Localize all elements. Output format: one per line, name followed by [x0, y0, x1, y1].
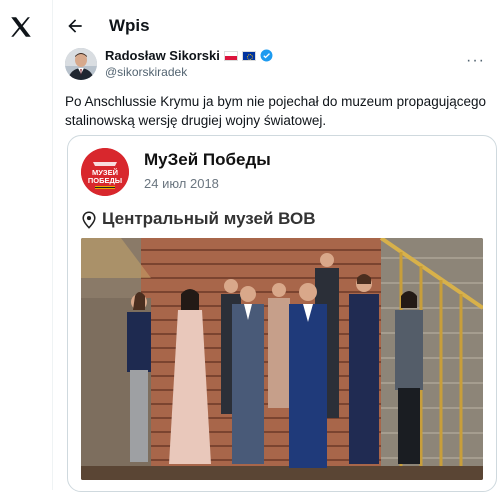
card-account-name[interactable]: MyЗей Победы — [144, 150, 271, 170]
card-date: 24 июл 2018 — [144, 176, 219, 191]
left-navigation-rail — [0, 0, 53, 490]
poland-flag-icon — [223, 50, 238, 61]
main-column: Wpis Radosław Sikorski @sikorskiradek ··… — [53, 0, 500, 492]
group-photo[interactable] — [81, 238, 483, 480]
museum-logo-text-line2: ПОБЕДЫ — [88, 176, 122, 185]
verified-badge-icon — [260, 49, 273, 62]
x-logo-icon[interactable] — [8, 14, 34, 40]
top-bar: Wpis — [53, 0, 500, 52]
author-name-row: Radosław Sikorski — [105, 48, 273, 63]
author-handle[interactable]: @sikorskiradek — [105, 65, 187, 79]
arrow-left-icon[interactable] — [65, 16, 85, 36]
embedded-post-card[interactable]: МУЗЕЙ ПОБЕДЫ MyЗей Победы 24 июл 2018 Це… — [67, 135, 497, 492]
museum-logo: МУЗЕЙ ПОБЕДЫ — [81, 148, 129, 196]
post-text: Po Anschlussie Krymu ja bym nie pojechał… — [65, 94, 486, 128]
card-location: Центральный музей ВОВ — [102, 209, 316, 228]
page-title: Wpis — [109, 16, 150, 35]
location-pin-icon — [82, 211, 96, 229]
more-options-icon[interactable]: ··· — [466, 52, 485, 70]
author-name[interactable]: Radosław Sikorski — [105, 48, 220, 63]
eu-flag-icon — [241, 50, 256, 61]
avatar[interactable] — [65, 48, 97, 80]
post-author: Radosław Sikorski @sikorskiradek ··· — [65, 48, 485, 84]
